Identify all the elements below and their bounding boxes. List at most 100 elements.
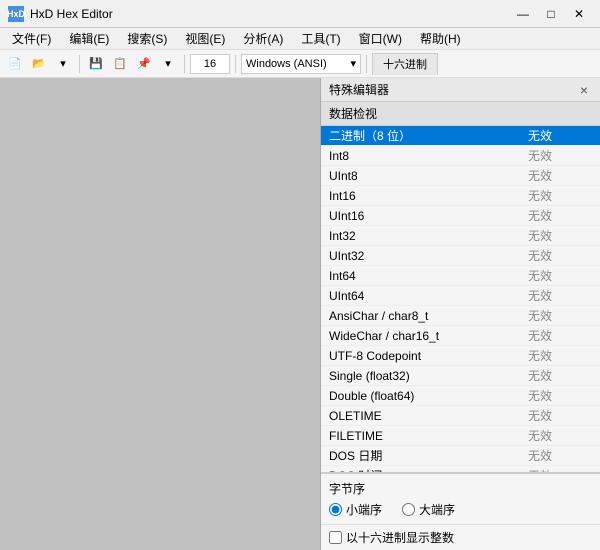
data-row-name: 二进制（8 位）	[321, 127, 520, 144]
menu-bar: 文件(F)编辑(E)搜索(S)视图(E)分析(A)工具(T)窗口(W)帮助(H)	[0, 28, 600, 50]
data-row-value: 无效	[520, 267, 600, 284]
data-row-name: Int64	[321, 269, 520, 283]
menu-item-F[interactable]: 文件(F)	[4, 29, 59, 49]
byte-order-title: 字节序	[329, 480, 592, 497]
app-icon: HxD	[8, 6, 24, 22]
byte-order-section: 字节序 小端序 大端序	[321, 473, 600, 524]
menu-item-S[interactable]: 搜索(S)	[119, 29, 175, 49]
window-title: HxD Hex Editor	[30, 7, 113, 21]
maximize-button[interactable]: □	[538, 4, 564, 24]
menu-item-E[interactable]: 视图(E)	[177, 29, 233, 49]
data-row[interactable]: Int16无效	[321, 186, 600, 206]
data-row-value: 无效	[520, 227, 600, 244]
hex-option-section: 以十六进制显示整数	[321, 524, 600, 550]
data-row[interactable]: 二进制（8 位）无效	[321, 126, 600, 146]
separator-4	[366, 55, 367, 73]
data-row-value: 无效	[520, 327, 600, 344]
data-row-name: WideChar / char16_t	[321, 329, 520, 343]
data-row[interactable]: AnsiChar / char8_t无效	[321, 306, 600, 326]
data-row[interactable]: UInt8无效	[321, 166, 600, 186]
menu-item-T[interactable]: 工具(T)	[293, 29, 348, 49]
data-row[interactable]: WideChar / char16_t无效	[321, 326, 600, 346]
byte-order-options: 小端序 大端序	[329, 501, 592, 518]
data-row-name: FILETIME	[321, 429, 520, 443]
panel-title: 特殊编辑器	[329, 81, 389, 98]
data-row[interactable]: Double (float64)无效	[321, 386, 600, 406]
hex-editor-area	[0, 78, 320, 550]
hex-display-checkbox[interactable]	[329, 531, 342, 544]
encoding-dropdown-icon: ▾	[350, 57, 356, 70]
data-row[interactable]: OLETIME无效	[321, 406, 600, 426]
main-area: 特殊编辑器 × 数据检视 二进制（8 位）无效Int8无效UInt8无效Int1…	[0, 78, 600, 550]
data-row-value: 无效	[520, 387, 600, 404]
panel-close-button[interactable]: ×	[576, 82, 592, 98]
menu-item-E[interactable]: 编辑(E)	[61, 29, 117, 49]
new-button[interactable]: 📄	[4, 53, 26, 75]
little-endian-label: 小端序	[346, 501, 382, 518]
dropdown-button2[interactable]: ▾	[157, 53, 179, 75]
zoom-display: 16	[190, 54, 230, 74]
data-row-name: UInt8	[321, 169, 520, 183]
data-row[interactable]: UInt16无效	[321, 206, 600, 226]
data-row-value: 无效	[520, 407, 600, 424]
data-row[interactable]: UInt64无效	[321, 286, 600, 306]
minimize-button[interactable]: —	[510, 4, 536, 24]
data-row-name: UTF-8 Codepoint	[321, 349, 520, 363]
data-row[interactable]: UTF-8 Codepoint无效	[321, 346, 600, 366]
separator-1	[79, 55, 80, 73]
separator-3	[235, 55, 236, 73]
little-endian-radio[interactable]	[329, 503, 342, 516]
open-button[interactable]: 📂	[28, 53, 50, 75]
data-row-name: AnsiChar / char8_t	[321, 309, 520, 323]
data-row[interactable]: Int32无效	[321, 226, 600, 246]
menu-item-H[interactable]: 帮助(H)	[412, 29, 469, 49]
menu-item-A[interactable]: 分析(A)	[235, 29, 291, 49]
encoding-value: Windows (ANSI)	[246, 58, 327, 70]
big-endian-option[interactable]: 大端序	[402, 501, 455, 518]
data-row-value: 无效	[520, 447, 600, 464]
big-endian-label: 大端序	[419, 501, 455, 518]
data-row[interactable]: DOS 日期无效	[321, 446, 600, 466]
data-row-name: OLETIME	[321, 409, 520, 423]
data-row[interactable]: Int8无效	[321, 146, 600, 166]
separator-2	[184, 55, 185, 73]
data-row[interactable]: DOS 时间无效	[321, 466, 600, 473]
hex-display-label: 以十六进制显示整数	[346, 529, 454, 546]
title-bar-left: HxD HxD Hex Editor	[8, 6, 113, 22]
data-table: 二进制（8 位）无效Int8无效UInt8无效Int16无效UInt16无效In…	[321, 126, 600, 473]
little-endian-option[interactable]: 小端序	[329, 501, 382, 518]
data-row-value: 无效	[520, 367, 600, 384]
big-endian-radio[interactable]	[402, 503, 415, 516]
panel-title-bar: 特殊编辑器 ×	[321, 78, 600, 102]
data-row-name: Int8	[321, 149, 520, 163]
data-row-name: UInt16	[321, 209, 520, 223]
menu-item-W[interactable]: 窗口(W)	[351, 29, 410, 49]
encoding-combo[interactable]: Windows (ANSI) ▾	[241, 54, 361, 74]
data-row[interactable]: Single (float32)无效	[321, 366, 600, 386]
data-row-name: UInt32	[321, 249, 520, 263]
data-row-name: Single (float32)	[321, 369, 520, 383]
data-row[interactable]: FILETIME无效	[321, 426, 600, 446]
toolbar: 📄 📂 ▾ 💾 📋 📌 ▾ 16 Windows (ANSI) ▾ 十六进制	[0, 50, 600, 78]
data-row-name: UInt64	[321, 289, 520, 303]
section-title: 数据检视	[321, 102, 600, 126]
data-row-name: Double (float64)	[321, 389, 520, 403]
save-button[interactable]: 💾	[85, 53, 107, 75]
data-row-name: DOS 日期	[321, 447, 520, 464]
paste-button[interactable]: 📌	[133, 53, 155, 75]
data-row-value: 无效	[520, 287, 600, 304]
data-row-value: 无效	[520, 347, 600, 364]
window-controls: — □ ✕	[510, 4, 592, 24]
data-row-name: Int16	[321, 189, 520, 203]
app-icon-text: HxD	[7, 9, 25, 19]
copy-button[interactable]: 📋	[109, 53, 131, 75]
hex-tab[interactable]: 十六进制	[372, 53, 438, 75]
dropdown-button[interactable]: ▾	[52, 53, 74, 75]
close-button[interactable]: ✕	[566, 4, 592, 24]
data-row[interactable]: Int64无效	[321, 266, 600, 286]
data-row-value: 无效	[520, 147, 600, 164]
data-row[interactable]: UInt32无效	[321, 246, 600, 266]
data-row-value: 无效	[520, 167, 600, 184]
data-row-name: Int32	[321, 229, 520, 243]
data-row-value: 无效	[520, 187, 600, 204]
